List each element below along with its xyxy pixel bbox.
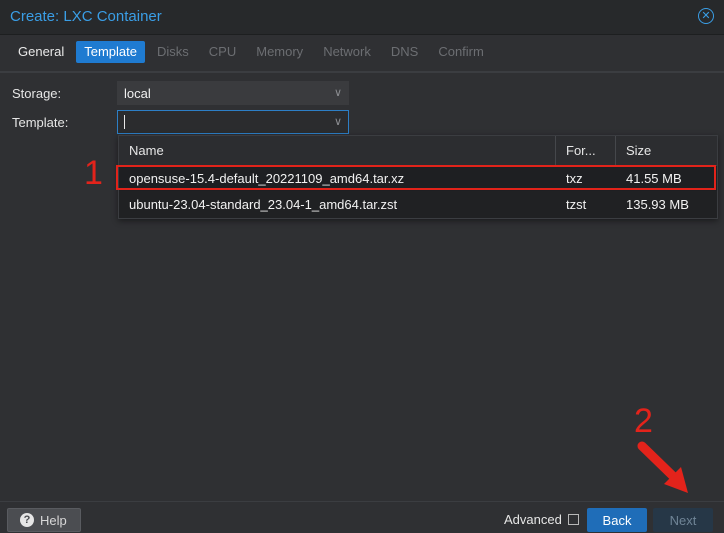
advanced-label: Advanced <box>504 512 562 527</box>
storage-select[interactable]: local ∨ <box>117 81 349 105</box>
window-title: Create: LXC Container <box>10 8 162 25</box>
template-label: Template: <box>12 115 69 130</box>
storage-label: Storage: <box>12 86 62 101</box>
storage-value: local <box>124 85 151 101</box>
template-select[interactable]: ∨ <box>117 110 349 134</box>
help-button[interactable]: ? Help <box>7 508 81 532</box>
tab-disks: Disks <box>157 44 189 59</box>
annotation-marker-2: 2 <box>634 402 653 440</box>
column-header-format[interactable]: For... <box>566 136 596 165</box>
help-label: Help <box>40 512 67 528</box>
dropdown-header: Name For... Size <box>119 136 717 166</box>
chevron-down-icon[interactable]: ∨ <box>334 86 342 99</box>
annotation-arrow-icon <box>637 441 688 493</box>
tab-network: Network <box>323 44 371 59</box>
back-button[interactable]: Back <box>587 508 647 532</box>
chevron-down-icon[interactable]: ∨ <box>334 115 342 128</box>
column-header-size[interactable]: Size <box>626 136 651 165</box>
tab-template[interactable]: Template <box>76 41 145 63</box>
tab-general[interactable]: General <box>10 41 72 63</box>
question-icon: ? <box>20 513 34 527</box>
tab-cpu: CPU <box>208 44 237 59</box>
template-name: ubuntu-23.04-standard_23.04-1_amd64.tar.… <box>129 197 398 212</box>
column-separator[interactable] <box>555 136 556 165</box>
tab-dns: DNS <box>390 44 419 59</box>
column-separator[interactable] <box>615 136 616 165</box>
tab-confirm: Confirm <box>438 44 484 59</box>
template-format: tzst <box>566 197 587 212</box>
annotation-highlight-box <box>116 165 716 190</box>
wizard-tabs: General Template Disks CPU Memory Networ… <box>10 41 492 63</box>
column-header-name[interactable]: Name <box>129 136 164 165</box>
text-cursor <box>124 115 125 129</box>
next-button[interactable]: Next <box>653 508 713 532</box>
tab-memory: Memory <box>256 44 304 59</box>
template-size: 135.93 MB <box>626 197 689 212</box>
annotation-marker-1: 1 <box>84 154 103 192</box>
list-item[interactable]: ubuntu-23.04-standard_23.04-1_amd64.tar.… <box>119 192 717 217</box>
close-icon[interactable]: ✕ <box>698 8 714 24</box>
window-titlebar: Create: LXC Container ✕ <box>0 0 724 35</box>
advanced-checkbox[interactable] <box>567 514 579 525</box>
tabs-divider <box>0 71 724 73</box>
advanced-toggle[interactable]: Advanced <box>504 512 579 527</box>
footer-divider <box>0 501 724 502</box>
